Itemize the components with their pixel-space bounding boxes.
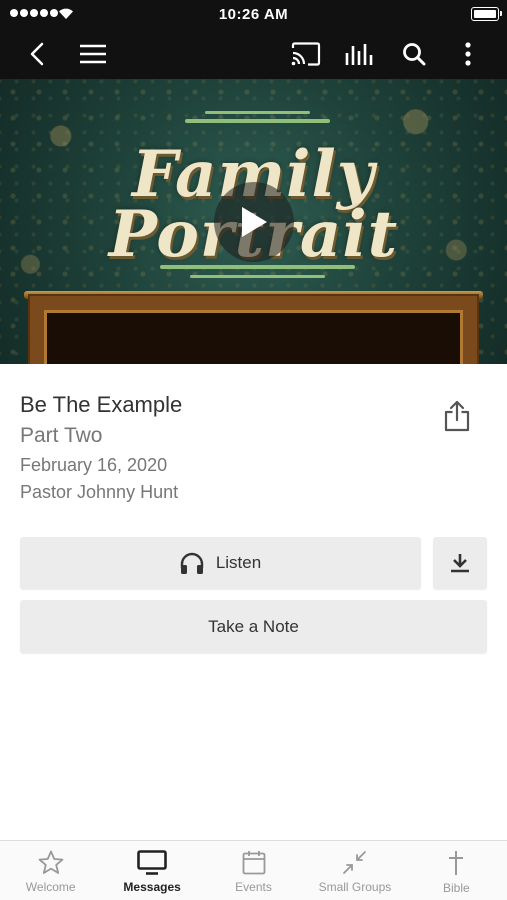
take-note-button[interactable]: Take a Note [20,600,487,653]
tab-label: Bible [442,881,470,895]
tab-messages[interactable]: Messages [101,841,202,900]
calendar-icon [242,851,265,875]
search-button[interactable] [396,36,432,72]
search-icon [403,43,426,66]
tab-label: Welcome [25,880,76,894]
tab-events[interactable]: Events [203,841,304,900]
nav-bar [0,28,507,79]
listen-label: Listen [215,553,262,572]
tab-label: Messages [123,880,181,894]
more-icon [465,42,471,66]
compress-icon [343,851,367,874]
share-button[interactable] [437,396,477,436]
play-button[interactable] [214,182,294,262]
headphones-icon [180,552,204,574]
cast-icon [291,42,321,66]
more-button[interactable] [450,36,486,72]
ornament-bottom [160,265,355,269]
equalizer-button[interactable] [342,36,378,72]
tv-icon [137,850,167,875]
menu-button[interactable] [75,36,111,72]
cross-icon [449,851,464,875]
back-button[interactable] [19,36,55,72]
menu-icon [80,44,106,64]
tab-bible[interactable]: Bible [406,841,507,900]
status-bar: 10:26 AM [0,0,507,28]
sermon-artwork[interactable]: Family Portrait [0,79,507,364]
status-time: 10:26 AM [218,6,289,23]
download-button[interactable] [433,537,487,589]
message-subtitle: Part Two [20,424,103,447]
star-icon [38,850,64,874]
back-icon [30,42,44,66]
message-info: Be The Example Part Two February 16, 202… [20,392,182,503]
battery-icon [471,7,502,21]
message-speaker: Pastor Johnny Hunt [20,482,179,502]
message-date: February 16, 2020 [20,455,168,475]
message-title: Be The Example [20,392,183,417]
tab-label: Events [235,880,272,894]
tab-small-groups[interactable]: Small Groups [304,841,405,900]
cast-button[interactable] [288,36,324,72]
share-icon [444,400,470,432]
play-icon [242,207,267,237]
tab-bar: Welcome Messages Events Small Groups Bib… [0,840,507,900]
tab-label: Small Groups [318,880,392,894]
tab-welcome[interactable]: Welcome [0,841,101,900]
equalizer-icon [345,44,373,65]
download-icon [451,554,469,573]
ornament-top [185,119,330,123]
picture-frame [30,296,477,364]
take-note-label: Take a Note [208,616,299,636]
listen-button[interactable]: Listen [20,537,421,589]
